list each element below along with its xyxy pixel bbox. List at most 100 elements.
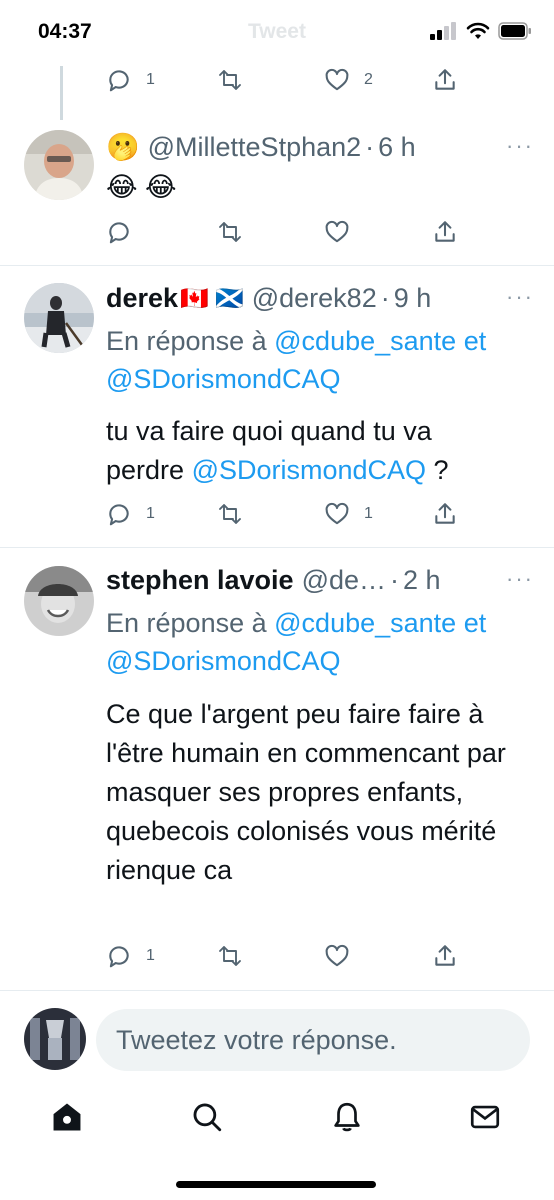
tweet-text: Ce que l'argent peu faire faire à l'être…: [106, 699, 506, 885]
tweet-handle[interactable]: @derek82: [252, 283, 377, 314]
tweet-handle[interactable]: @de…: [302, 565, 386, 596]
share-button[interactable]: [432, 219, 458, 245]
retweet-icon: [219, 946, 241, 966]
divider: [0, 265, 554, 266]
tweet-handle[interactable]: @MilletteStphan2: [148, 132, 362, 163]
search-icon: [193, 1103, 222, 1132]
like-button[interactable]: [324, 219, 350, 245]
tab-messages[interactable]: [468, 1100, 502, 1139]
tab-bar: [0, 1090, 554, 1150]
reply-conjunction: et: [463, 608, 487, 638]
share-icon: [435, 221, 455, 242]
mention-link[interactable]: @cdube_sante: [274, 326, 456, 356]
home-icon: [53, 1103, 81, 1131]
avatar-image: [24, 1008, 86, 1070]
tweet-text-part: ?: [426, 455, 449, 485]
separator: ·: [380, 282, 390, 313]
tab-home[interactable]: [50, 1100, 84, 1139]
tab-search[interactable]: [190, 1100, 224, 1139]
retweet-icon: [219, 70, 241, 90]
heart-icon: [325, 220, 349, 243]
like-button[interactable]: 1: [324, 501, 373, 527]
tweet-actions: 1 1: [106, 501, 466, 531]
home-indicator: [176, 1181, 376, 1188]
share-icon: [435, 503, 455, 524]
name-emoji: 🫢: [106, 132, 140, 162]
tweet-time: 2 h: [403, 564, 441, 595]
separator: ·: [365, 131, 375, 162]
retweet-button[interactable]: [216, 501, 244, 527]
retweet-button[interactable]: [216, 67, 244, 93]
share-icon: [435, 69, 455, 90]
reply-count: 1: [146, 505, 155, 522]
tweet-actions: [106, 219, 466, 249]
reply-button[interactable]: 1: [106, 943, 155, 969]
tab-notifications[interactable]: [330, 1100, 364, 1139]
heart-icon: [325, 502, 349, 525]
messages-icon: [470, 1105, 500, 1129]
parent-tweet-actions: 1 2: [106, 67, 466, 97]
avatar-image: [24, 130, 94, 200]
reply-count: 1: [146, 947, 155, 964]
status-time: 04:37: [38, 20, 92, 43]
mention-link[interactable]: @SDorismondCAQ: [192, 455, 426, 485]
share-button[interactable]: [432, 501, 458, 527]
tweet-time: 9 h: [393, 282, 432, 313]
reply-icon: [109, 946, 129, 968]
battery-icon: [498, 22, 531, 40]
share-button[interactable]: [432, 67, 458, 93]
avatar[interactable]: [24, 283, 94, 353]
tweet-header: derek 🇨🇦 🏴󠁧󠁢󠁳󠁣󠁴󠁿 @derek82 · 9 h ···: [106, 280, 534, 316]
mention-link[interactable]: @cdube_sante: [274, 608, 456, 638]
retweet-icon: [219, 504, 241, 524]
separator: ·: [390, 564, 400, 595]
more-options-button[interactable]: ···: [506, 133, 534, 159]
avatar-image: [24, 283, 94, 353]
share-button[interactable]: [432, 943, 458, 969]
reply-button[interactable]: [106, 219, 132, 245]
reply-conjunction: et: [463, 326, 487, 356]
reply-context: En réponse à @cdube_sante et @SDorismond…: [106, 322, 546, 398]
tweet-time: 6 h: [378, 131, 416, 162]
reply-button[interactable]: 1: [106, 67, 155, 93]
retweet-button[interactable]: [216, 219, 244, 245]
composer-avatar[interactable]: [24, 1008, 86, 1070]
reply-context: En réponse à @cdube_sante et @SDorismond…: [106, 604, 546, 680]
retweet-button[interactable]: [216, 943, 244, 969]
signal-icon: [430, 22, 456, 40]
avatar[interactable]: [24, 566, 94, 636]
reply-prefix: En réponse à: [106, 326, 267, 356]
more-options-button[interactable]: ···: [506, 284, 534, 310]
mention-link[interactable]: @SDorismondCAQ: [106, 364, 340, 394]
avatar[interactable]: [24, 130, 94, 200]
tweet-author-name[interactable]: derek: [106, 283, 178, 314]
reply-icon: [109, 504, 129, 526]
tweet-text: tu va faire quoi quand tu va perdre @SDo…: [106, 412, 516, 490]
wifi-icon: [466, 22, 490, 39]
flag-emojis: 🇨🇦 🏴󠁧󠁢󠁳󠁣󠁴󠁿: [180, 284, 244, 311]
heart-icon: [325, 944, 349, 967]
more-options-button[interactable]: ···: [506, 566, 534, 592]
like-count: 2: [364, 71, 373, 88]
retweet-icon: [219, 222, 241, 242]
status-icons: [430, 22, 532, 40]
share-icon: [435, 945, 455, 966]
reply-button[interactable]: 1: [106, 501, 155, 527]
avatar-image: [24, 566, 94, 636]
tweet-header: stephen lavoie @de… · 2 h ···: [106, 562, 534, 598]
tweet-text: 😂 😂: [106, 172, 177, 202]
notifications-icon: [334, 1102, 360, 1132]
like-button[interactable]: 2: [324, 67, 373, 93]
mention-link[interactable]: @SDorismondCAQ: [106, 646, 340, 676]
divider: [0, 547, 554, 548]
reply-icon: [109, 70, 129, 92]
status-bar: Tweet 04:37: [0, 0, 554, 66]
tweet-header: 🫢 @MilletteStphan2 · 6 h ···: [106, 129, 534, 165]
tweet-actions: 1: [106, 943, 466, 973]
reply-icon: [109, 222, 129, 244]
like-button[interactable]: [324, 943, 350, 969]
reply-count: 1: [146, 71, 155, 88]
tweet-author-name[interactable]: stephen lavoie: [106, 565, 294, 596]
reply-prefix: En réponse à: [106, 608, 267, 638]
reply-input[interactable]: Tweetez votre réponse.: [96, 1009, 530, 1071]
